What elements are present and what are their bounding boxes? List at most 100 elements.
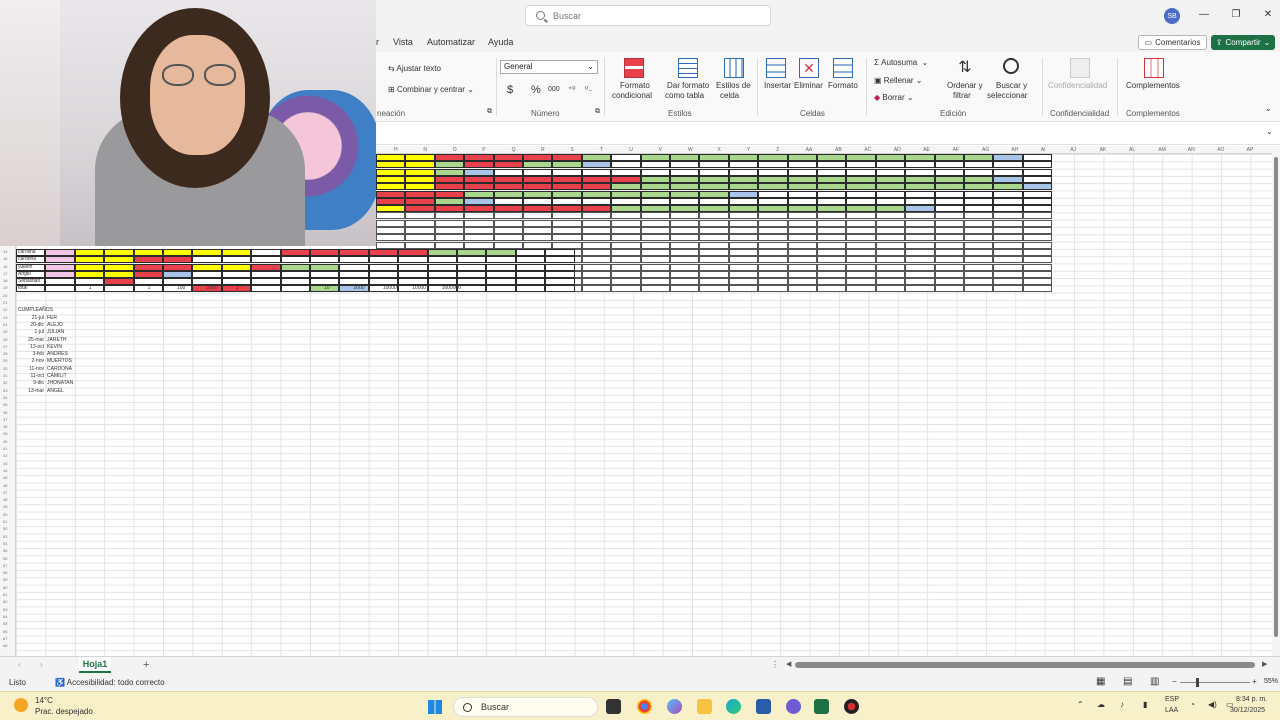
sheet-cell xyxy=(905,205,935,213)
clock-time[interactable]: 8:34 p. m. xyxy=(1236,696,1267,703)
chrome-icon[interactable] xyxy=(637,699,652,714)
wrap-text-button[interactable]: ⇆ Ajustar texto xyxy=(388,64,441,73)
autosum-button[interactable]: Σ Autosuma ⌄ xyxy=(874,58,928,67)
speaker-icon[interactable]: ◀) xyxy=(1208,700,1217,709)
microphone-icon[interactable]: ▮ xyxy=(1143,700,1147,709)
sheet-cell xyxy=(934,234,964,242)
windows-start-icon[interactable] xyxy=(428,700,442,714)
increase-decimal-icon[interactable]: ⁺⁰ xyxy=(568,85,575,94)
fill-button[interactable]: ▣ Rellenar ⌄ xyxy=(874,76,923,85)
sheet-cell xyxy=(163,278,193,286)
currency-button[interactable]: $ xyxy=(507,84,513,96)
page-break-icon[interactable]: ▥ xyxy=(1150,676,1159,687)
addins-button[interactable]: Complementos xyxy=(1126,81,1180,90)
horizontal-scroll-thumb[interactable] xyxy=(795,662,1255,668)
sheet-cell xyxy=(1022,168,1053,176)
more-options-icon[interactable]: ⋮ xyxy=(771,660,779,669)
sheet-cell xyxy=(1022,270,1053,278)
zoom-slider[interactable] xyxy=(1180,682,1250,683)
sort-filter-line1[interactable]: Ordenar y xyxy=(947,81,983,90)
store-icon[interactable] xyxy=(756,699,771,714)
delete-cells-button[interactable]: Eliminar xyxy=(794,81,823,90)
glasses-left xyxy=(162,64,194,86)
ribbon-collapse-icon[interactable]: ⌄ xyxy=(1265,104,1272,113)
sheet-cell xyxy=(905,285,935,293)
dialog-launcher-icon[interactable]: ⧉ xyxy=(595,108,600,116)
sheet-cell xyxy=(905,168,935,176)
avatar[interactable]: SB xyxy=(1164,8,1180,24)
sheet-cell xyxy=(581,205,612,213)
dialog-launcher-icon[interactable]: ⧉ xyxy=(487,108,492,116)
percent-button[interactable]: % xyxy=(531,84,541,96)
volume-tray-icon[interactable]: ♪ xyxy=(1120,700,1124,709)
chevron-up-icon[interactable]: ⌃ xyxy=(1077,700,1084,709)
sheet-cell xyxy=(934,241,964,249)
copilot-icon[interactable] xyxy=(667,699,682,714)
zoom-level[interactable]: 55% xyxy=(1264,678,1278,685)
zoom-in-icon[interactable]: + xyxy=(1252,677,1257,686)
conditional-format-line2[interactable]: condicional xyxy=(612,91,652,100)
chevron-down-icon[interactable]: ⌄ xyxy=(1266,127,1273,136)
weather-temp[interactable]: 14°C xyxy=(35,696,53,705)
discord-icon[interactable] xyxy=(786,699,801,714)
obs-icon[interactable] xyxy=(844,699,859,714)
sensitivity-button[interactable]: Confidencialidad xyxy=(1048,81,1107,90)
comments-button[interactable]: ▭ Comentarios xyxy=(1138,35,1207,50)
find-select-line1[interactable]: Buscar y xyxy=(996,81,1027,90)
normal-view-icon[interactable]: ▦ xyxy=(1096,676,1105,687)
sheet-cell xyxy=(163,248,193,256)
edge-icon[interactable] xyxy=(726,699,741,714)
taskbar-search[interactable]: Buscar xyxy=(453,697,598,717)
sheet-cell xyxy=(817,183,847,191)
row-number: 14 xyxy=(3,248,8,254)
task-view-icon[interactable] xyxy=(606,699,621,714)
zoom-out-icon[interactable]: − xyxy=(1172,677,1177,686)
conditional-format-line1[interactable]: Formato xyxy=(620,81,650,90)
chevron-left-icon[interactable]: ‹ xyxy=(18,660,21,669)
search-box[interactable]: Buscar xyxy=(525,5,771,26)
tab-partial[interactable]: r xyxy=(376,37,379,47)
sheet-cell xyxy=(640,278,670,286)
cell-styles-line2[interactable]: celda xyxy=(720,91,739,100)
find-select-line2[interactable]: seleccionar xyxy=(987,91,1027,100)
sheet-cell xyxy=(611,285,641,293)
accessibility-status[interactable]: ♿ Accesibilidad: todo correcto xyxy=(55,678,165,687)
birthday-date: 20-dic xyxy=(30,321,44,328)
zoom-slider-thumb[interactable] xyxy=(1196,678,1199,687)
vertical-scroll-thumb[interactable] xyxy=(1274,157,1278,637)
decrease-decimal-icon[interactable]: ⁰₋ xyxy=(585,85,592,94)
chevron-right-icon[interactable]: › xyxy=(40,660,43,669)
table-format-line1[interactable]: Dar formato xyxy=(667,81,709,90)
sheet-cell xyxy=(104,256,134,264)
clock-date[interactable]: 30/12/2025 xyxy=(1230,707,1265,714)
tab-ayuda[interactable]: Ayuda xyxy=(488,37,513,47)
share-button[interactable]: ⇪ Compartir ⌄ xyxy=(1211,35,1275,50)
scroll-right-icon[interactable]: ▶ xyxy=(1262,660,1267,668)
sort-filter-line2[interactable]: filtrar xyxy=(953,91,971,100)
file-explorer-icon[interactable] xyxy=(697,699,712,714)
restore-icon[interactable]: ❐ xyxy=(1228,8,1244,22)
minimize-icon[interactable]: — xyxy=(1196,8,1212,22)
sheet-cell xyxy=(905,234,935,242)
sheet-cell xyxy=(640,256,670,264)
cloud-icon[interactable]: ☁ xyxy=(1097,700,1105,709)
excel-taskbar-icon[interactable] xyxy=(814,699,829,714)
table-format-line2[interactable]: como tabla xyxy=(665,91,704,100)
format-cells-button[interactable]: Formato xyxy=(828,81,858,90)
language-indicator[interactable]: ESP xyxy=(1165,696,1179,703)
cell-styles-line1[interactable]: Estilos de xyxy=(716,81,751,90)
thousands-button[interactable]: 000 xyxy=(548,86,560,93)
sheet-cell xyxy=(493,161,523,169)
sheet-tab-hoja1[interactable]: Hoja1 xyxy=(79,657,111,673)
tab-vista[interactable]: Vista xyxy=(393,37,413,47)
close-icon[interactable]: ✕ xyxy=(1260,8,1276,22)
clear-button[interactable]: ◆ Borrar ⌄ xyxy=(874,93,914,102)
insert-cells-button[interactable]: Insertar xyxy=(764,81,791,90)
wifi-icon[interactable]: ◔ xyxy=(1190,700,1195,709)
tab-automatizar[interactable]: Automatizar xyxy=(427,37,475,47)
merge-center-button[interactable]: ⊞ Combinar y centrar ⌄ xyxy=(388,85,474,94)
scroll-left-icon[interactable]: ◀ xyxy=(786,660,791,668)
page-layout-icon[interactable]: ▤ xyxy=(1123,676,1132,687)
number-format-select[interactable]: General ⌄ xyxy=(500,60,598,74)
add-sheet-icon[interactable]: + xyxy=(143,659,149,671)
